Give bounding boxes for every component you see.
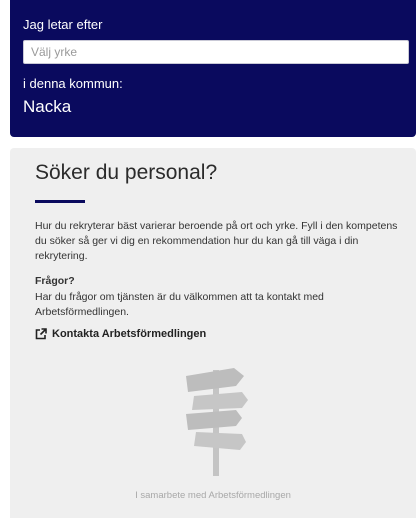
heading-underline [35, 200, 85, 203]
card-heading: Söker du personal? [35, 161, 218, 184]
employer-card: Söker du personal? Hur du rekryterar bäs… [10, 148, 416, 518]
profession-input[interactable] [23, 40, 409, 64]
questions-text: Har du frågor om tjänsten är du välkomme… [35, 291, 324, 318]
signpost-icon [180, 366, 252, 478]
partner-note: I samarbete med Arbetsförmedlingen [135, 490, 291, 501]
external-link-icon [35, 328, 47, 340]
questions-heading: Frågor? [35, 275, 75, 287]
municipality-label: i denna kommun: [23, 76, 123, 91]
profession-label: Jag letar efter [23, 17, 103, 32]
contact-link-label: Kontakta Arbetsförmedlingen [52, 328, 207, 340]
contact-link[interactable]: Kontakta Arbetsförmedlingen [35, 328, 206, 340]
municipality-value[interactable]: Nacka [23, 97, 71, 117]
intro-text: Hur du rekryterar bäst varierar beroende… [35, 220, 398, 262]
search-panel: Jag letar efter i denna kommun: Nacka [10, 0, 416, 137]
page: Jag letar efter i denna kommun: Nacka Sö… [0, 0, 416, 518]
